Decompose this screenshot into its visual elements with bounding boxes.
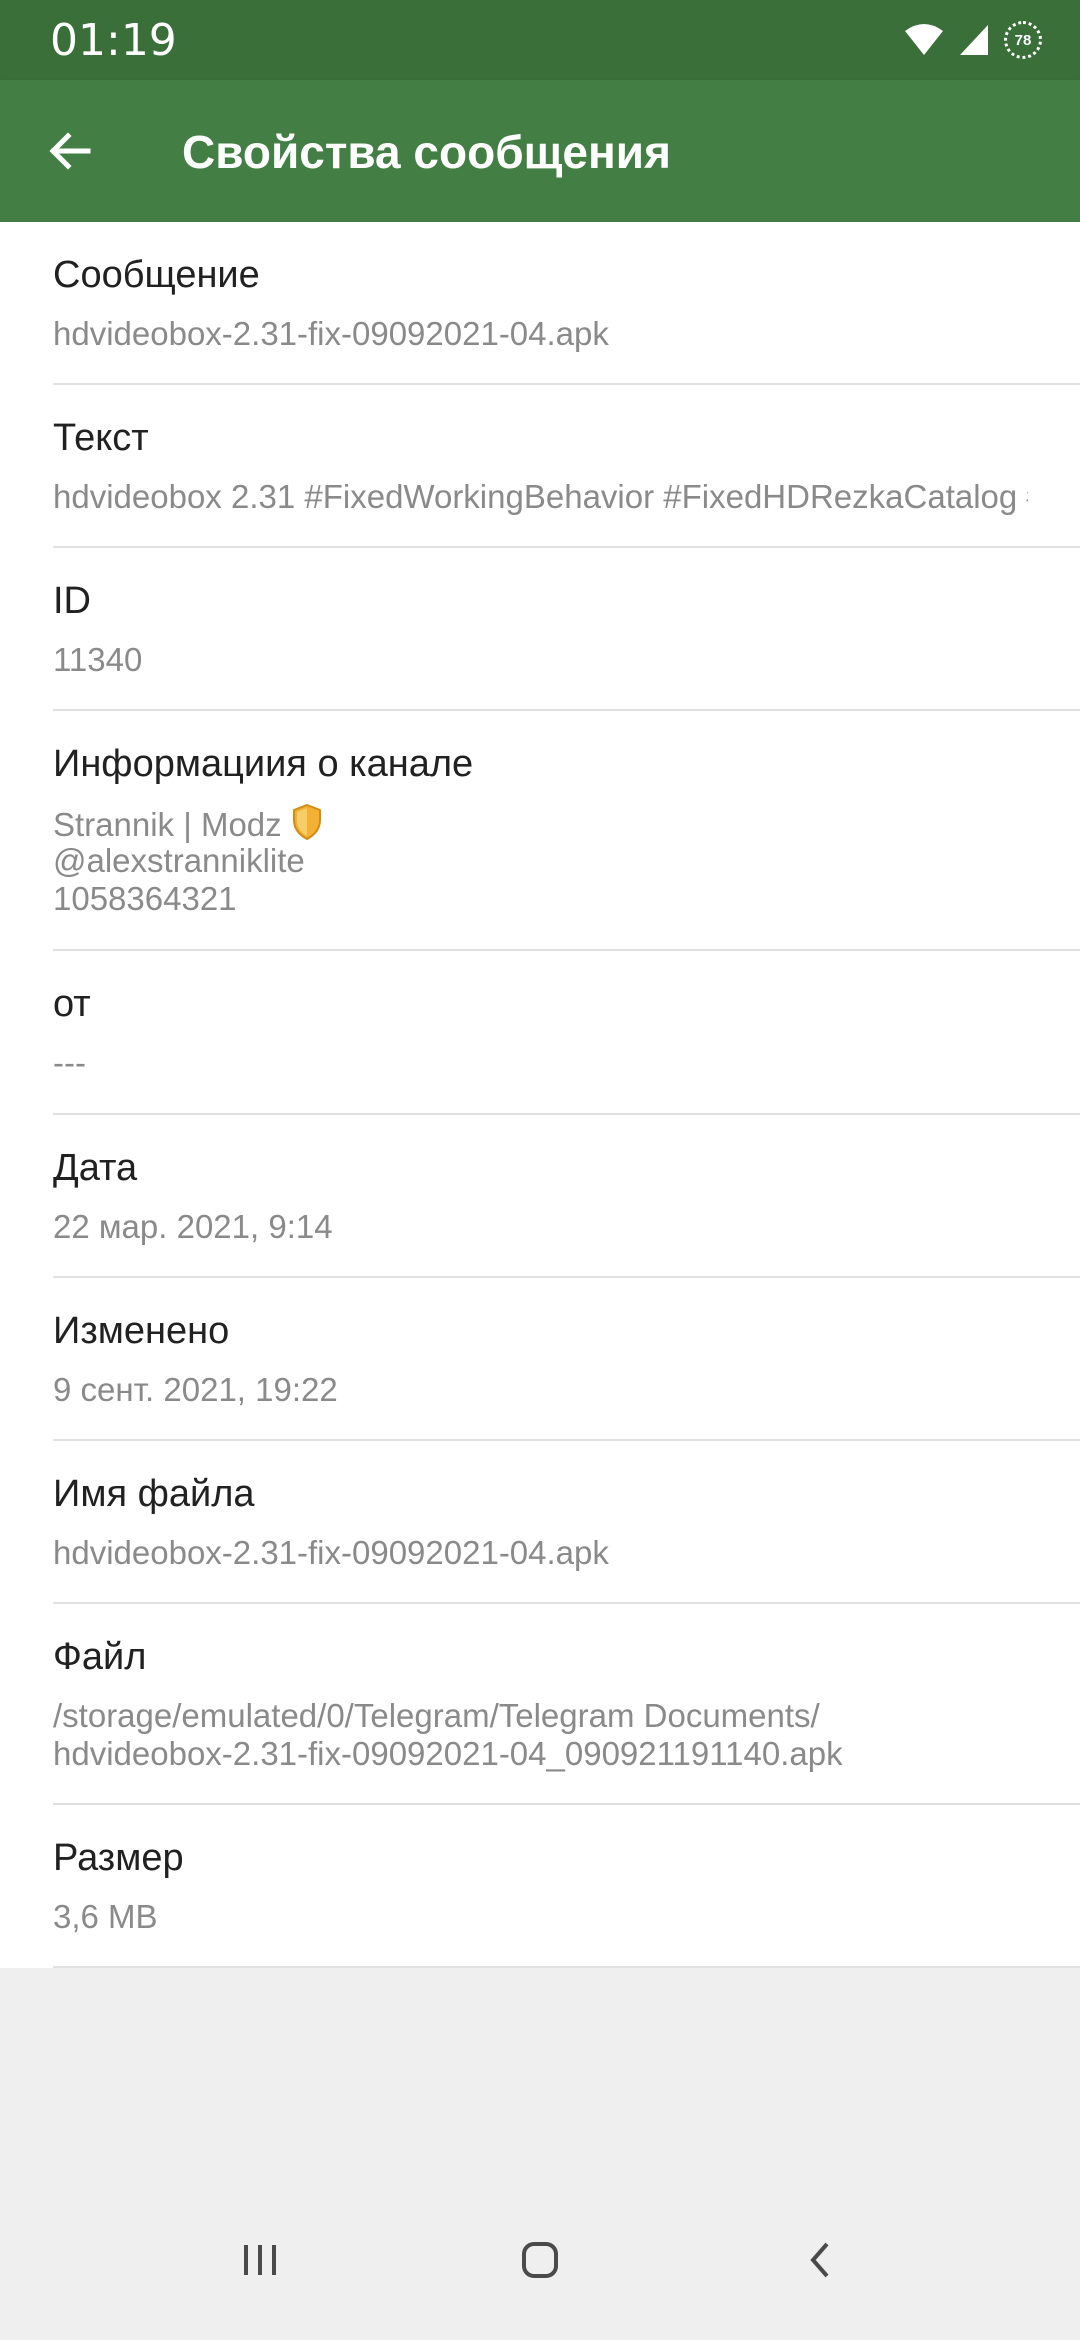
page-title: Свойства сообщения	[182, 126, 671, 178]
status-time: 01:19	[50, 15, 177, 66]
system-nav-bar	[0, 2180, 1080, 2340]
properties-list: Сообщение hdvideobox-2.31-fix-09092021-0…	[0, 222, 1080, 1968]
property-label: от	[53, 983, 91, 1025]
property-label: Имя файла	[53, 1473, 255, 1515]
app-bar: Свойства сообщения	[0, 80, 1080, 222]
status-icons: 78	[904, 18, 1042, 62]
property-row-size[interactable]: Размер 3,6 MB	[53, 1805, 1080, 1968]
channel-name: Strannik | Modz	[53, 806, 282, 843]
property-label: Текст	[53, 417, 149, 459]
property-value: 11340	[53, 641, 143, 678]
nav-back-button[interactable]	[760, 2220, 880, 2300]
property-row-from[interactable]: от ---	[53, 951, 1080, 1115]
property-row-file-path[interactable]: Файл /storage/emulated/0/Telegram/Telegr…	[53, 1604, 1080, 1805]
property-value: 22 мар. 2021, 9:14	[53, 1208, 333, 1245]
status-bar: 01:19 78	[0, 0, 1080, 80]
recents-button[interactable]	[200, 2220, 320, 2300]
file-path-line-1: /storage/emulated/0/Telegram/Telegram Do…	[53, 1697, 820, 1734]
signal-icon	[960, 25, 988, 55]
back-icon	[810, 2242, 829, 2278]
property-row-id[interactable]: ID 11340	[53, 548, 1080, 711]
property-value: hdvideobox-2.31-fix-09092021-04.apk	[53, 315, 609, 352]
back-button[interactable]	[30, 111, 110, 191]
battery-level: 78	[1014, 31, 1032, 49]
channel-username: @alexstranniklite	[53, 842, 305, 879]
property-label: Сообщение	[53, 254, 260, 296]
property-value: ---	[53, 1044, 86, 1081]
shield-icon	[292, 804, 321, 840]
arrow-back-icon	[49, 132, 91, 170]
home-icon	[522, 2242, 558, 2278]
property-label: Дата	[53, 1147, 138, 1189]
property-row-text[interactable]: Текст hdvideobox 2.31 #FixedWorkingBehav…	[53, 385, 1080, 548]
property-row-message[interactable]: Сообщение hdvideobox-2.31-fix-09092021-0…	[53, 222, 1080, 385]
property-value: hdvideobox-2.31-fix-09092021-04.apk	[53, 1534, 609, 1571]
file-path-line-2: hdvideobox-2.31-fix-09092021-04_09092119…	[53, 1735, 843, 1772]
property-label: Файл	[53, 1636, 147, 1678]
property-label: ID	[53, 580, 91, 622]
property-value: 9 сент. 2021, 19:22	[53, 1371, 338, 1408]
recents-icon	[244, 2245, 276, 2275]
wifi-icon	[905, 24, 943, 55]
channel-name-line: Strannik | Modz	[53, 804, 322, 844]
channel-id: 1058364321	[53, 880, 237, 917]
property-row-edited[interactable]: Изменено 9 сент. 2021, 19:22	[53, 1278, 1080, 1441]
property-value: hdvideobox 2.31 #FixedWorkingBehavior #F…	[53, 478, 1028, 515]
property-row-date[interactable]: Дата 22 мар. 2021, 9:14	[53, 1115, 1080, 1278]
property-value: 3,6 MB	[53, 1898, 158, 1935]
property-row-channel-info[interactable]: Информациия о канале Strannik | Modz @al…	[53, 711, 1080, 951]
property-label: Размер	[53, 1837, 184, 1879]
property-label: Информациия о канале	[53, 743, 474, 785]
property-label: Изменено	[53, 1310, 230, 1352]
home-button[interactable]	[480, 2220, 600, 2300]
property-row-file-name[interactable]: Имя файла hdvideobox-2.31-fix-09092021-0…	[53, 1441, 1080, 1604]
battery-saver-icon: 78	[1004, 21, 1042, 59]
